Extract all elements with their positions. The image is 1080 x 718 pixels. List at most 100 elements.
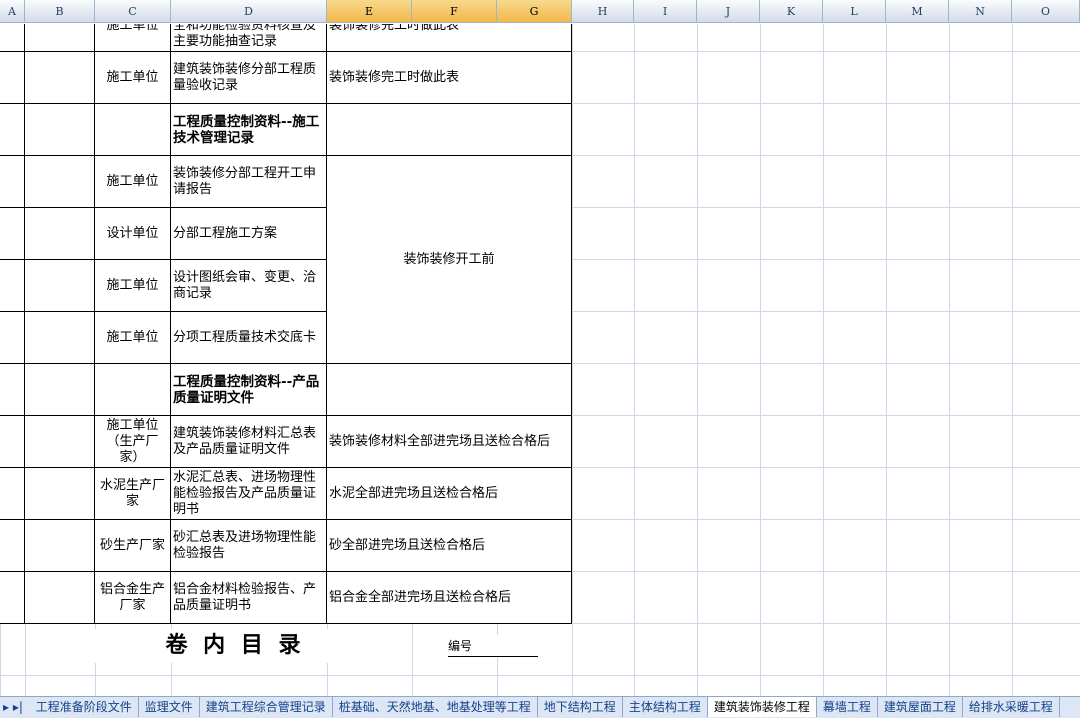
document-name-cell[interactable]: 水泥汇总表、进场物理性能检验报告及产品质量证明书 <box>171 468 327 520</box>
document-name-cell[interactable]: 分项工程质量技术交底卡 <box>171 312 327 364</box>
sheet-tab[interactable]: 主体结构工程 <box>623 697 708 717</box>
row-cell-b[interactable] <box>25 260 95 312</box>
row-cell-a[interactable] <box>0 468 25 520</box>
row-cell-a[interactable] <box>0 104 25 156</box>
sheet-tab[interactable]: 桩基础、天然地基、地基处理等工程 <box>333 697 538 717</box>
sheet-tab[interactable]: 幕墙工程 <box>817 697 878 717</box>
column-header-l[interactable]: L <box>823 0 886 23</box>
unit-cell-text: 施工单位（生产厂家） <box>106 417 159 465</box>
row-cell-a[interactable] <box>0 520 25 572</box>
column-header-bar: ABCDEFGHIJKLMNO <box>0 0 1080 24</box>
document-name-cell[interactable]: 工程质量控制资料--施工技术管理记录 <box>171 104 327 156</box>
document-name-cell[interactable]: 砂汇总表及进场物理性能检验报告 <box>171 520 327 572</box>
gridline <box>1012 24 1013 696</box>
column-header-k[interactable]: K <box>760 0 823 23</box>
column-header-b[interactable]: B <box>25 0 95 23</box>
column-header-d[interactable]: D <box>171 0 327 23</box>
column-header-n[interactable]: N <box>949 0 1012 23</box>
timing-cell[interactable]: 水泥全部进完场且送检合格后 <box>327 468 572 520</box>
column-header-h[interactable]: H <box>572 0 634 23</box>
column-header-c[interactable]: C <box>95 0 171 23</box>
timing-cell[interactable]: 装饰装修完工时做此表 <box>327 52 572 104</box>
row-cell-b[interactable] <box>25 24 95 52</box>
unit-cell[interactable]: 施工单位 <box>95 260 171 312</box>
document-name-cell-text: 分项工程质量技术交底卡 <box>173 329 317 345</box>
document-name-cell-text: 分部工程施工方案 <box>173 225 278 241</box>
sheet-tab[interactable]: 给排水采暖工程 <box>963 697 1060 717</box>
column-header-e[interactable]: E <box>327 0 412 23</box>
timing-merged-cell[interactable]: 装饰装修开工前 <box>327 156 572 364</box>
column-header-f[interactable]: F <box>412 0 497 23</box>
row-cell-a[interactable] <box>0 24 25 52</box>
gridline <box>823 24 824 696</box>
sheet-tab[interactable]: 建筑装饰装修工程 <box>707 697 817 717</box>
unit-cell[interactable]: 铝合金生产厂家 <box>95 572 171 624</box>
document-name-cell[interactable]: 建筑装饰装修分部工程安全和功能检验资料核查及主要功能抽查记录 <box>171 24 327 52</box>
document-name-cell[interactable]: 铝合金材料检验报告、产品质量证明书 <box>171 572 327 624</box>
timing-cell[interactable]: 砂全部进完场且送检合格后 <box>327 520 572 572</box>
sheet-tab-bar: ▸ ▸| 工程准备阶段文件 监理文件 建筑工程综合管理记录 桩基础、天然地基、地基处理… <box>0 696 1080 718</box>
row-cell-b[interactable] <box>25 156 95 208</box>
row-cell-a[interactable] <box>0 260 25 312</box>
timing-cell-text: 水泥全部进完场且送检合格后 <box>329 485 499 501</box>
document-name-cell-text: 建筑装饰装修材料汇总表及产品质量证明文件 <box>173 425 317 457</box>
sheet-tab[interactable]: 工程准备阶段文件 <box>30 697 139 717</box>
unit-cell-text: 施工单位 <box>106 277 159 293</box>
document-name-cell[interactable]: 装饰装修分部工程开工申请报告 <box>171 156 327 208</box>
document-name-cell[interactable]: 分部工程施工方案 <box>171 208 327 260</box>
unit-cell[interactable] <box>95 104 171 156</box>
timing-cell[interactable]: 装饰装修材料全部进完场且送检合格后 <box>327 416 572 468</box>
document-name-cell[interactable]: 设计图纸会审、变更、洽商记录 <box>171 260 327 312</box>
gridline <box>760 24 761 696</box>
row-cell-b[interactable] <box>25 416 95 468</box>
unit-cell[interactable]: 施工单位 <box>95 156 171 208</box>
document-name-cell[interactable]: 建筑装饰装修分部工程质量验收记录 <box>171 52 327 104</box>
column-header-j[interactable]: J <box>697 0 760 23</box>
row-cell-a[interactable] <box>0 572 25 624</box>
unit-cell[interactable]: 施工单位（生产厂家） <box>95 416 171 468</box>
timing-cell-text: 砂全部进完场且送检合格后 <box>329 537 486 553</box>
unit-cell-text: 施工单位 <box>106 69 159 85</box>
row-cell-a[interactable] <box>0 364 25 416</box>
timing-cell[interactable] <box>327 104 572 156</box>
row-cell-b[interactable] <box>25 520 95 572</box>
row-cell-b[interactable] <box>25 364 95 416</box>
unit-cell-text: 施工单位 <box>106 329 159 345</box>
row-cell-b[interactable] <box>25 104 95 156</box>
column-header-o[interactable]: O <box>1012 0 1080 23</box>
unit-cell[interactable]: 砂生产厂家 <box>95 520 171 572</box>
spreadsheet-grid[interactable]: 施工单位建筑装饰装修分部工程安全和功能检验资料核查及主要功能抽查记录装饰装修完工… <box>0 24 1080 696</box>
sheet-tab[interactable]: 建筑屋面工程 <box>878 697 963 717</box>
timing-cell[interactable]: 装饰装修完工时做此表 <box>327 24 572 52</box>
unit-cell[interactable]: 施工单位 <box>95 312 171 364</box>
row-cell-a[interactable] <box>0 52 25 104</box>
row-cell-a[interactable] <box>0 156 25 208</box>
document-name-cell-text: 铝合金材料检验报告、产品质量证明书 <box>173 581 317 613</box>
row-cell-b[interactable] <box>25 468 95 520</box>
document-name-cell[interactable]: 建筑装饰装修材料汇总表及产品质量证明文件 <box>171 416 327 468</box>
row-cell-a[interactable] <box>0 416 25 468</box>
unit-cell[interactable]: 设计单位 <box>95 208 171 260</box>
unit-cell[interactable]: 施工单位 <box>95 52 171 104</box>
timing-cell[interactable] <box>327 364 572 416</box>
document-name-cell-text: 装饰装修分部工程开工申请报告 <box>173 165 317 197</box>
timing-cell[interactable]: 铝合金全部进完场且送检合格后 <box>327 572 572 624</box>
row-cell-b[interactable] <box>25 208 95 260</box>
document-name-cell[interactable]: 工程质量控制资料--产品质量证明文件 <box>171 364 327 416</box>
unit-cell[interactable] <box>95 364 171 416</box>
sheet-tab[interactable]: 监理文件 <box>139 697 200 717</box>
row-cell-b[interactable] <box>25 572 95 624</box>
row-cell-b[interactable] <box>25 52 95 104</box>
sheet-tab[interactable]: 建筑工程综合管理记录 <box>200 697 333 717</box>
unit-cell[interactable]: 水泥生产厂家 <box>95 468 171 520</box>
row-cell-b[interactable] <box>25 312 95 364</box>
column-header-g[interactable]: G <box>497 0 572 23</box>
unit-cell[interactable]: 施工单位 <box>95 24 171 52</box>
sheet-tab[interactable]: 地下结构工程 <box>538 697 623 717</box>
column-header-m[interactable]: M <box>886 0 949 23</box>
row-cell-a[interactable] <box>0 312 25 364</box>
tab-scroll-icon[interactable]: ▸ ▸| <box>0 697 26 717</box>
column-header-i[interactable]: I <box>634 0 697 23</box>
column-header-a[interactable]: A <box>0 0 25 23</box>
row-cell-a[interactable] <box>0 208 25 260</box>
